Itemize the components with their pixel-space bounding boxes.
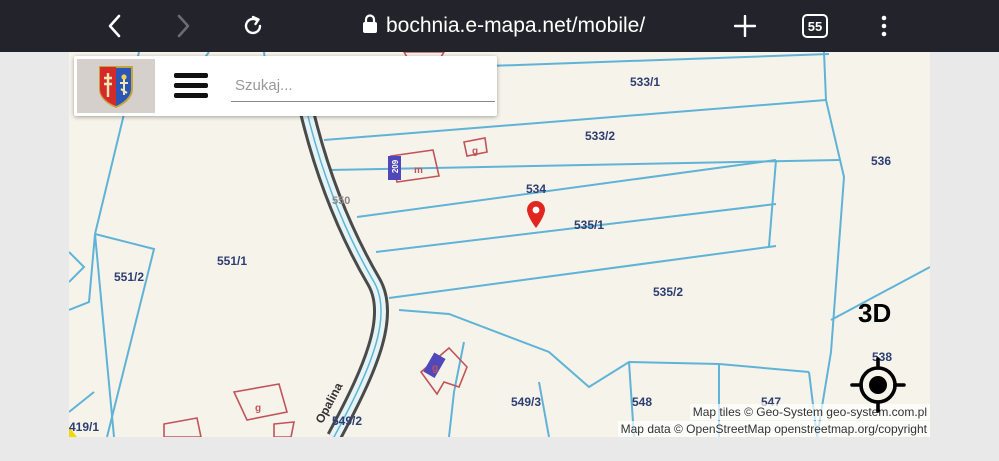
- road-label: 550: [332, 195, 351, 207]
- plot-label: 535/2: [653, 285, 684, 299]
- right-gutter: [930, 52, 999, 461]
- new-tab-icon[interactable]: [730, 8, 760, 44]
- left-gutter: [0, 52, 69, 461]
- url-text: bochnia.e-mapa.net/mobile/: [386, 14, 646, 37]
- search-input[interactable]: [231, 70, 495, 102]
- plot-label: 535/1: [574, 218, 605, 232]
- 3d-toggle-button[interactable]: 3D: [858, 298, 891, 329]
- plot-label: 419/1: [69, 420, 100, 434]
- plot-label: 551/2: [114, 270, 145, 284]
- forward-icon[interactable]: [168, 8, 198, 44]
- coat-of-arms-logo[interactable]: [77, 59, 155, 113]
- plot-label: 533/1: [630, 75, 661, 89]
- location-pin-icon[interactable]: [527, 201, 545, 228]
- search-panel: [74, 56, 497, 116]
- plot-label: 548: [632, 395, 653, 409]
- address-bar[interactable]: bochnia.e-mapa.net/mobile/: [362, 8, 645, 44]
- back-icon[interactable]: [100, 8, 130, 44]
- plot-label: 536: [871, 154, 892, 168]
- building-label: g: [472, 146, 479, 157]
- tabs-button[interactable]: 55: [800, 8, 830, 44]
- plot-label: 549/2: [332, 414, 363, 428]
- locate-me-icon[interactable]: [850, 357, 906, 413]
- plot-label: 549/3: [511, 395, 542, 409]
- data-attribution[interactable]: Map data © OpenStreetMap openstreetmap.o…: [617, 421, 930, 437]
- plot-label: 533/2: [585, 129, 616, 143]
- plot-label: 534: [526, 182, 547, 196]
- house-number: 209: [391, 159, 401, 174]
- reload-icon[interactable]: [238, 8, 268, 44]
- menu-dots-icon[interactable]: [872, 8, 896, 44]
- browser-toolbar: bochnia.e-mapa.net/mobile/ 55: [0, 0, 999, 52]
- menu-icon[interactable]: [174, 73, 208, 99]
- building-label: g: [432, 363, 439, 374]
- building-label: g: [255, 403, 262, 414]
- plot-label: 551/1: [217, 254, 248, 268]
- building-label: m: [414, 165, 423, 176]
- tab-count: 55: [802, 14, 828, 38]
- lock-icon: [362, 13, 378, 39]
